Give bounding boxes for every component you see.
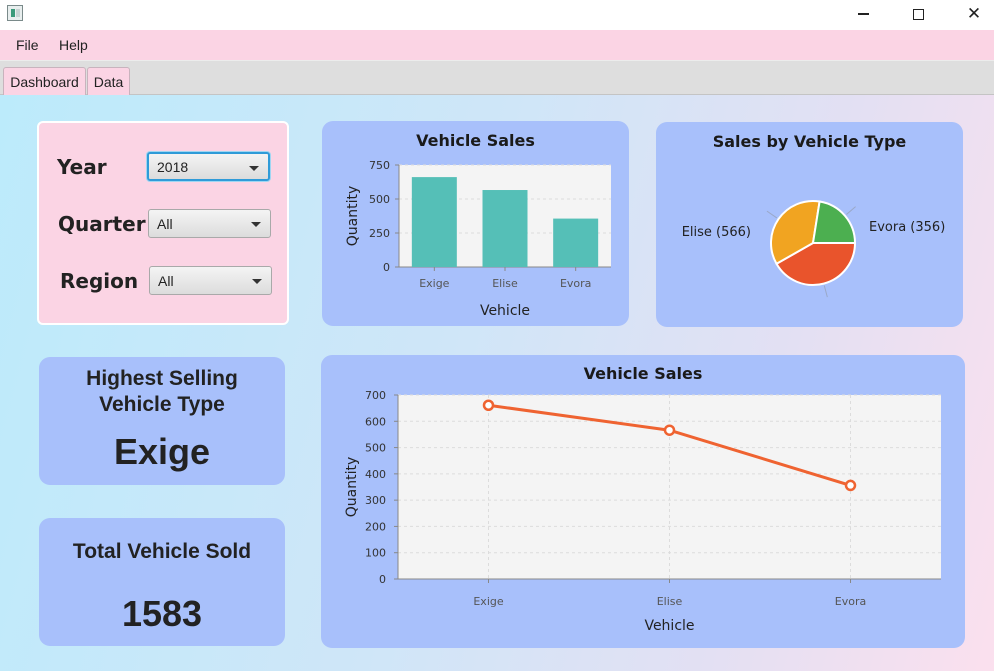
pie-slice-label: Exige (661)	[837, 326, 912, 327]
year-select-value: 2018	[157, 158, 189, 175]
highest-selling-title-line2: Vehicle Type	[99, 393, 225, 416]
bar-chart: 0 250 500 750 Exige Elise Evora Vehicle Quantity	[345, 159, 611, 319]
chevron-down-icon	[249, 166, 259, 171]
line-y-tick-label: 0	[379, 573, 386, 586]
year-label: Year	[57, 155, 107, 179]
pie-chart: Exige (661) Elise (566) Evora (356)	[682, 200, 945, 327]
line-y-tick-label: 700	[365, 389, 386, 402]
bar-y-tick-label: 500	[369, 193, 390, 206]
bar-x-tick-label: Elise	[492, 277, 518, 290]
region-label: Region	[60, 269, 139, 293]
dashboard-content: Year 2018 Quarter All Region All Vehicle…	[0, 95, 994, 671]
line-y-tick-label: 100	[365, 547, 386, 560]
tab-data[interactable]: Data	[87, 67, 130, 95]
line-y-tick-label: 300	[365, 494, 386, 507]
title-bar: ✕	[0, 0, 994, 30]
line-x-tick-label: Elise	[657, 595, 683, 608]
total-sold-value: 1583	[121, 593, 203, 634]
bar-x-axis-label: Vehicle	[480, 303, 530, 319]
close-button[interactable]: ✕	[951, 0, 994, 28]
line-y-axis-label: Quantity	[344, 457, 360, 518]
tab-dashboard[interactable]: Dashboard	[3, 67, 86, 95]
region-select-value: All	[158, 272, 174, 289]
quarter-select[interactable]: All	[148, 209, 271, 238]
app-icon	[7, 5, 23, 21]
line-y-tick-label: 600	[365, 415, 386, 428]
line-y-tick-label: 400	[365, 468, 386, 481]
bar-evora	[553, 218, 599, 267]
bar-y-axis-label: Quantity	[345, 186, 361, 247]
bar-y-tick-label: 0	[383, 261, 390, 274]
highest-selling-panel: Highest Selling Vehicle Type Exige	[39, 357, 285, 485]
line-point-exige	[482, 399, 495, 412]
minimize-icon	[857, 13, 869, 15]
line-y-tick-label: 500	[365, 442, 386, 455]
maximize-button[interactable]	[895, 0, 941, 28]
line-chart: 0 100 200 300 400 500 600 700 Exige Elise Evora Veh…	[344, 389, 941, 634]
chevron-down-icon	[251, 222, 261, 227]
line-point-elise	[663, 424, 676, 436]
pie-label-line	[846, 206, 856, 215]
menu-bar: File Help	[0, 30, 994, 60]
line-point-evora	[844, 479, 857, 492]
region-select[interactable]: All	[149, 266, 272, 295]
quarter-label: Quarter	[58, 212, 146, 236]
line-chart-panel: Vehicle Sales 0 100 200 300 400 500 600 700 Exig…	[321, 355, 965, 648]
bar-x-tick-label: Evora	[560, 277, 591, 290]
total-sold-panel: Total Vehicle Sold 1583	[39, 518, 285, 646]
line-y-tick-label: 200	[365, 520, 386, 533]
menu-file[interactable]: File	[16, 37, 39, 53]
close-icon: ✕	[966, 4, 982, 24]
bar-chart-panel: Vehicle Sales 0 250 500 750 Exige Elise Evora V…	[322, 121, 629, 326]
highest-selling-title-line1: Highest Selling	[86, 367, 238, 390]
tab-bar: Dashboard Data	[0, 60, 994, 95]
bar-elise	[482, 190, 528, 267]
bar-exige	[411, 177, 457, 267]
bar-y-tick-label: 250	[369, 227, 390, 240]
pie-slice-label: Elise (566)	[682, 225, 751, 240]
pie-label-line	[823, 285, 828, 298]
quarter-select-value: All	[157, 215, 173, 232]
line-x-axis-label: Vehicle	[644, 618, 694, 634]
chevron-down-icon	[252, 279, 262, 284]
line-x-tick-label: Exige	[473, 595, 503, 608]
filter-panel: Year 2018 Quarter All Region All	[37, 121, 289, 325]
pie-chart-panel: Sales by Vehicle Type Exige (661)Elise (…	[656, 122, 963, 327]
minimize-button[interactable]	[840, 0, 886, 28]
pie-slice-2	[811, 200, 857, 244]
maximize-icon	[912, 8, 924, 20]
menu-help[interactable]: Help	[59, 37, 88, 53]
pie-slice-label: Evora (356)	[869, 220, 945, 235]
bar-x-tick-label: Exige	[419, 277, 449, 290]
highest-selling-value: Exige	[113, 431, 211, 472]
pie-label-line	[766, 210, 778, 219]
total-sold-title: Total Vehicle Sold	[72, 540, 252, 563]
year-select[interactable]: 2018	[147, 152, 270, 181]
bar-y-tick-label: 750	[369, 159, 390, 172]
line-x-tick-label: Evora	[835, 595, 866, 608]
